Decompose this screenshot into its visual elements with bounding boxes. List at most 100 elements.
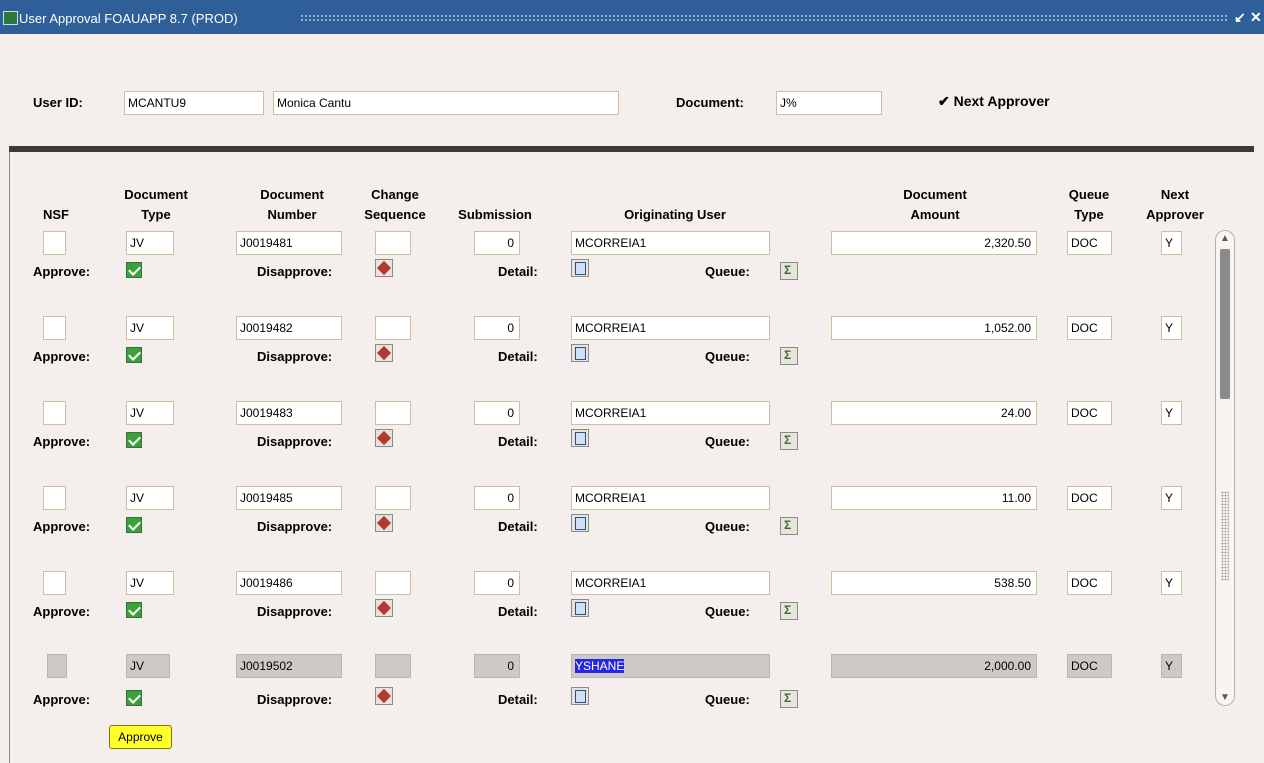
- records-scrollbar[interactable]: ▲ ▼: [1215, 230, 1235, 706]
- close-icon[interactable]: ✕: [1250, 9, 1262, 26]
- title-bar: User Approval FOAUAPP 8.7 (PROD) ↙ ✕: [0, 0, 1264, 34]
- nsf-field[interactable]: [43, 316, 66, 340]
- doc-number-field[interactable]: J0019481: [236, 231, 342, 255]
- originating-user-field[interactable]: MCORREIA1: [571, 316, 770, 340]
- detail-icon[interactable]: [571, 429, 589, 447]
- document-amount-field[interactable]: 1,052.00: [831, 316, 1037, 340]
- doc-number-field[interactable]: J0019482: [236, 316, 342, 340]
- document-field[interactable]: J%: [776, 91, 882, 115]
- header-doc-number: Document Number: [236, 185, 348, 225]
- disapprove-icon[interactable]: [375, 344, 393, 362]
- disapprove-icon[interactable]: [375, 429, 393, 447]
- user-id-field[interactable]: MCANTU9: [124, 91, 264, 115]
- detail-icon[interactable]: [571, 344, 589, 362]
- queue-icon[interactable]: [780, 690, 798, 708]
- change-seq-field[interactable]: [375, 486, 411, 510]
- document-amount-field[interactable]: 2,000.00: [831, 654, 1037, 678]
- nsf-field[interactable]: [43, 486, 66, 510]
- document-amount-field[interactable]: 11.00: [831, 486, 1037, 510]
- nsf-field[interactable]: [43, 231, 66, 255]
- approve-checkbox[interactable]: [126, 517, 142, 533]
- nsf-field[interactable]: [47, 654, 67, 678]
- document-amount-field[interactable]: 2,320.50: [831, 231, 1037, 255]
- doc-type-field[interactable]: JV: [126, 401, 174, 425]
- disapprove-icon[interactable]: [375, 514, 393, 532]
- queue-icon[interactable]: [780, 262, 798, 280]
- check-icon: ✔: [938, 93, 950, 109]
- submission-field[interactable]: 0: [474, 316, 520, 340]
- approve-checkbox[interactable]: [126, 432, 142, 448]
- queue-icon[interactable]: [780, 602, 798, 620]
- submission-field[interactable]: 0: [474, 401, 520, 425]
- approve-checkbox[interactable]: [126, 347, 142, 363]
- queue-type-field[interactable]: DOC: [1067, 571, 1112, 595]
- detail-label: Detail:: [498, 604, 538, 619]
- next-approver-field[interactable]: Y: [1161, 231, 1182, 255]
- originating-user-field[interactable]: MCORREIA1: [571, 231, 770, 255]
- originating-user-field[interactable]: MCORREIA1: [571, 401, 770, 425]
- doc-type-field[interactable]: JV: [126, 486, 174, 510]
- user-name-field[interactable]: Monica Cantu: [273, 91, 619, 115]
- disapprove-icon[interactable]: [375, 259, 393, 277]
- change-seq-field[interactable]: [375, 231, 411, 255]
- doc-number-field[interactable]: J0019485: [236, 486, 342, 510]
- next-approver-field[interactable]: Y: [1161, 316, 1182, 340]
- queue-label: Queue:: [705, 604, 750, 619]
- change-seq-field[interactable]: [375, 401, 411, 425]
- detail-label: Detail:: [498, 349, 538, 364]
- next-approver-field[interactable]: Y: [1161, 486, 1182, 510]
- title-bar-pattern: [300, 14, 1228, 21]
- approve-button[interactable]: Approve: [109, 725, 172, 749]
- detail-icon[interactable]: [571, 599, 589, 617]
- next-approver-field[interactable]: Y: [1161, 654, 1182, 678]
- scroll-up-arrow-icon[interactable]: ▲: [1220, 233, 1230, 244]
- originating-user-field[interactable]: MCORREIA1: [571, 571, 770, 595]
- header-doc-number-line1: Document: [260, 187, 324, 202]
- approve-checkbox[interactable]: [126, 690, 142, 706]
- next-approver-field[interactable]: Y: [1161, 571, 1182, 595]
- originating-user-field[interactable]: YSHANE: [571, 654, 770, 678]
- doc-number-field[interactable]: J0019502: [236, 654, 342, 678]
- approve-checkbox[interactable]: [126, 262, 142, 278]
- queue-type-field[interactable]: DOC: [1067, 231, 1112, 255]
- doc-number-field[interactable]: J0019483: [236, 401, 342, 425]
- doc-type-field[interactable]: JV: [126, 316, 174, 340]
- disapprove-label: Disapprove:: [257, 604, 333, 619]
- queue-icon[interactable]: [780, 517, 798, 535]
- change-seq-field[interactable]: [375, 571, 411, 595]
- submission-field[interactable]: 0: [474, 231, 520, 255]
- change-seq-field[interactable]: [375, 654, 411, 678]
- detail-icon[interactable]: [571, 259, 589, 277]
- change-seq-field[interactable]: [375, 316, 411, 340]
- disapprove-icon[interactable]: [375, 687, 393, 705]
- nsf-field[interactable]: [43, 571, 66, 595]
- nsf-field[interactable]: [43, 401, 66, 425]
- detail-icon[interactable]: [571, 687, 589, 705]
- detail-label: Detail:: [498, 434, 538, 449]
- scroll-down-arrow-icon[interactable]: ▼: [1220, 692, 1230, 703]
- doc-number-field[interactable]: J0019486: [236, 571, 342, 595]
- next-approver-field[interactable]: Y: [1161, 401, 1182, 425]
- queue-icon[interactable]: [780, 432, 798, 450]
- queue-type-field[interactable]: DOC: [1067, 316, 1112, 340]
- detail-icon[interactable]: [571, 514, 589, 532]
- submission-field[interactable]: 0: [474, 486, 520, 510]
- document-amount-field[interactable]: 538.50: [831, 571, 1037, 595]
- submission-field[interactable]: 0: [474, 654, 520, 678]
- submission-field[interactable]: 0: [474, 571, 520, 595]
- doc-type-field[interactable]: JV: [126, 571, 174, 595]
- next-approver-checkbox[interactable]: ✔ Next Approver: [938, 93, 1050, 110]
- doc-type-field[interactable]: JV: [126, 231, 174, 255]
- queue-type-field[interactable]: DOC: [1067, 486, 1112, 510]
- document-amount-field[interactable]: 24.00: [831, 401, 1037, 425]
- queue-type-field[interactable]: DOC: [1067, 654, 1112, 678]
- approve-checkbox[interactable]: [126, 602, 142, 618]
- queue-icon[interactable]: [780, 347, 798, 365]
- scroll-thumb[interactable]: [1220, 249, 1230, 399]
- minimize-icon[interactable]: ↙: [1234, 9, 1246, 26]
- queue-type-field[interactable]: DOC: [1067, 401, 1112, 425]
- disapprove-icon[interactable]: [375, 599, 393, 617]
- originating-user-field[interactable]: MCORREIA1: [571, 486, 770, 510]
- doc-type-field[interactable]: JV: [126, 654, 170, 678]
- header-change-seq: Change Sequence: [350, 185, 440, 225]
